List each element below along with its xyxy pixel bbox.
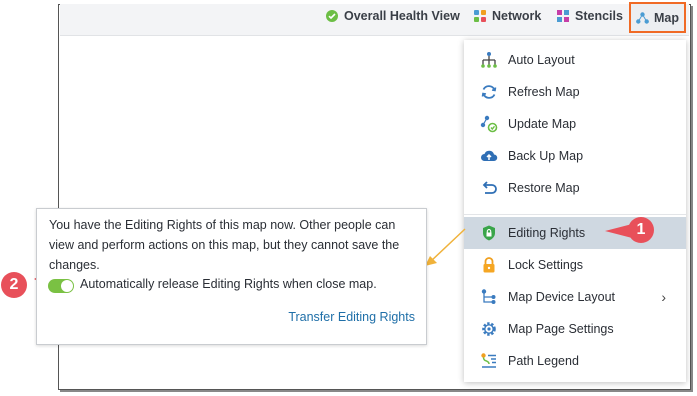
toggle-knob: [61, 280, 73, 292]
auto-release-label: Automatically release Editing Rights whe…: [80, 277, 377, 291]
editing-rights-popup: You have the Editing Rights of this map …: [36, 208, 427, 345]
auto-release-toggle[interactable]: [48, 279, 74, 293]
callout-badge-1: 1: [628, 217, 654, 243]
editing-rights-message: You have the Editing Rights of this map …: [49, 218, 400, 272]
transfer-editing-rights-link[interactable]: Transfer Editing Rights: [288, 310, 415, 324]
callout-badge-2: 2: [1, 272, 27, 298]
callout-line: [429, 228, 466, 263]
